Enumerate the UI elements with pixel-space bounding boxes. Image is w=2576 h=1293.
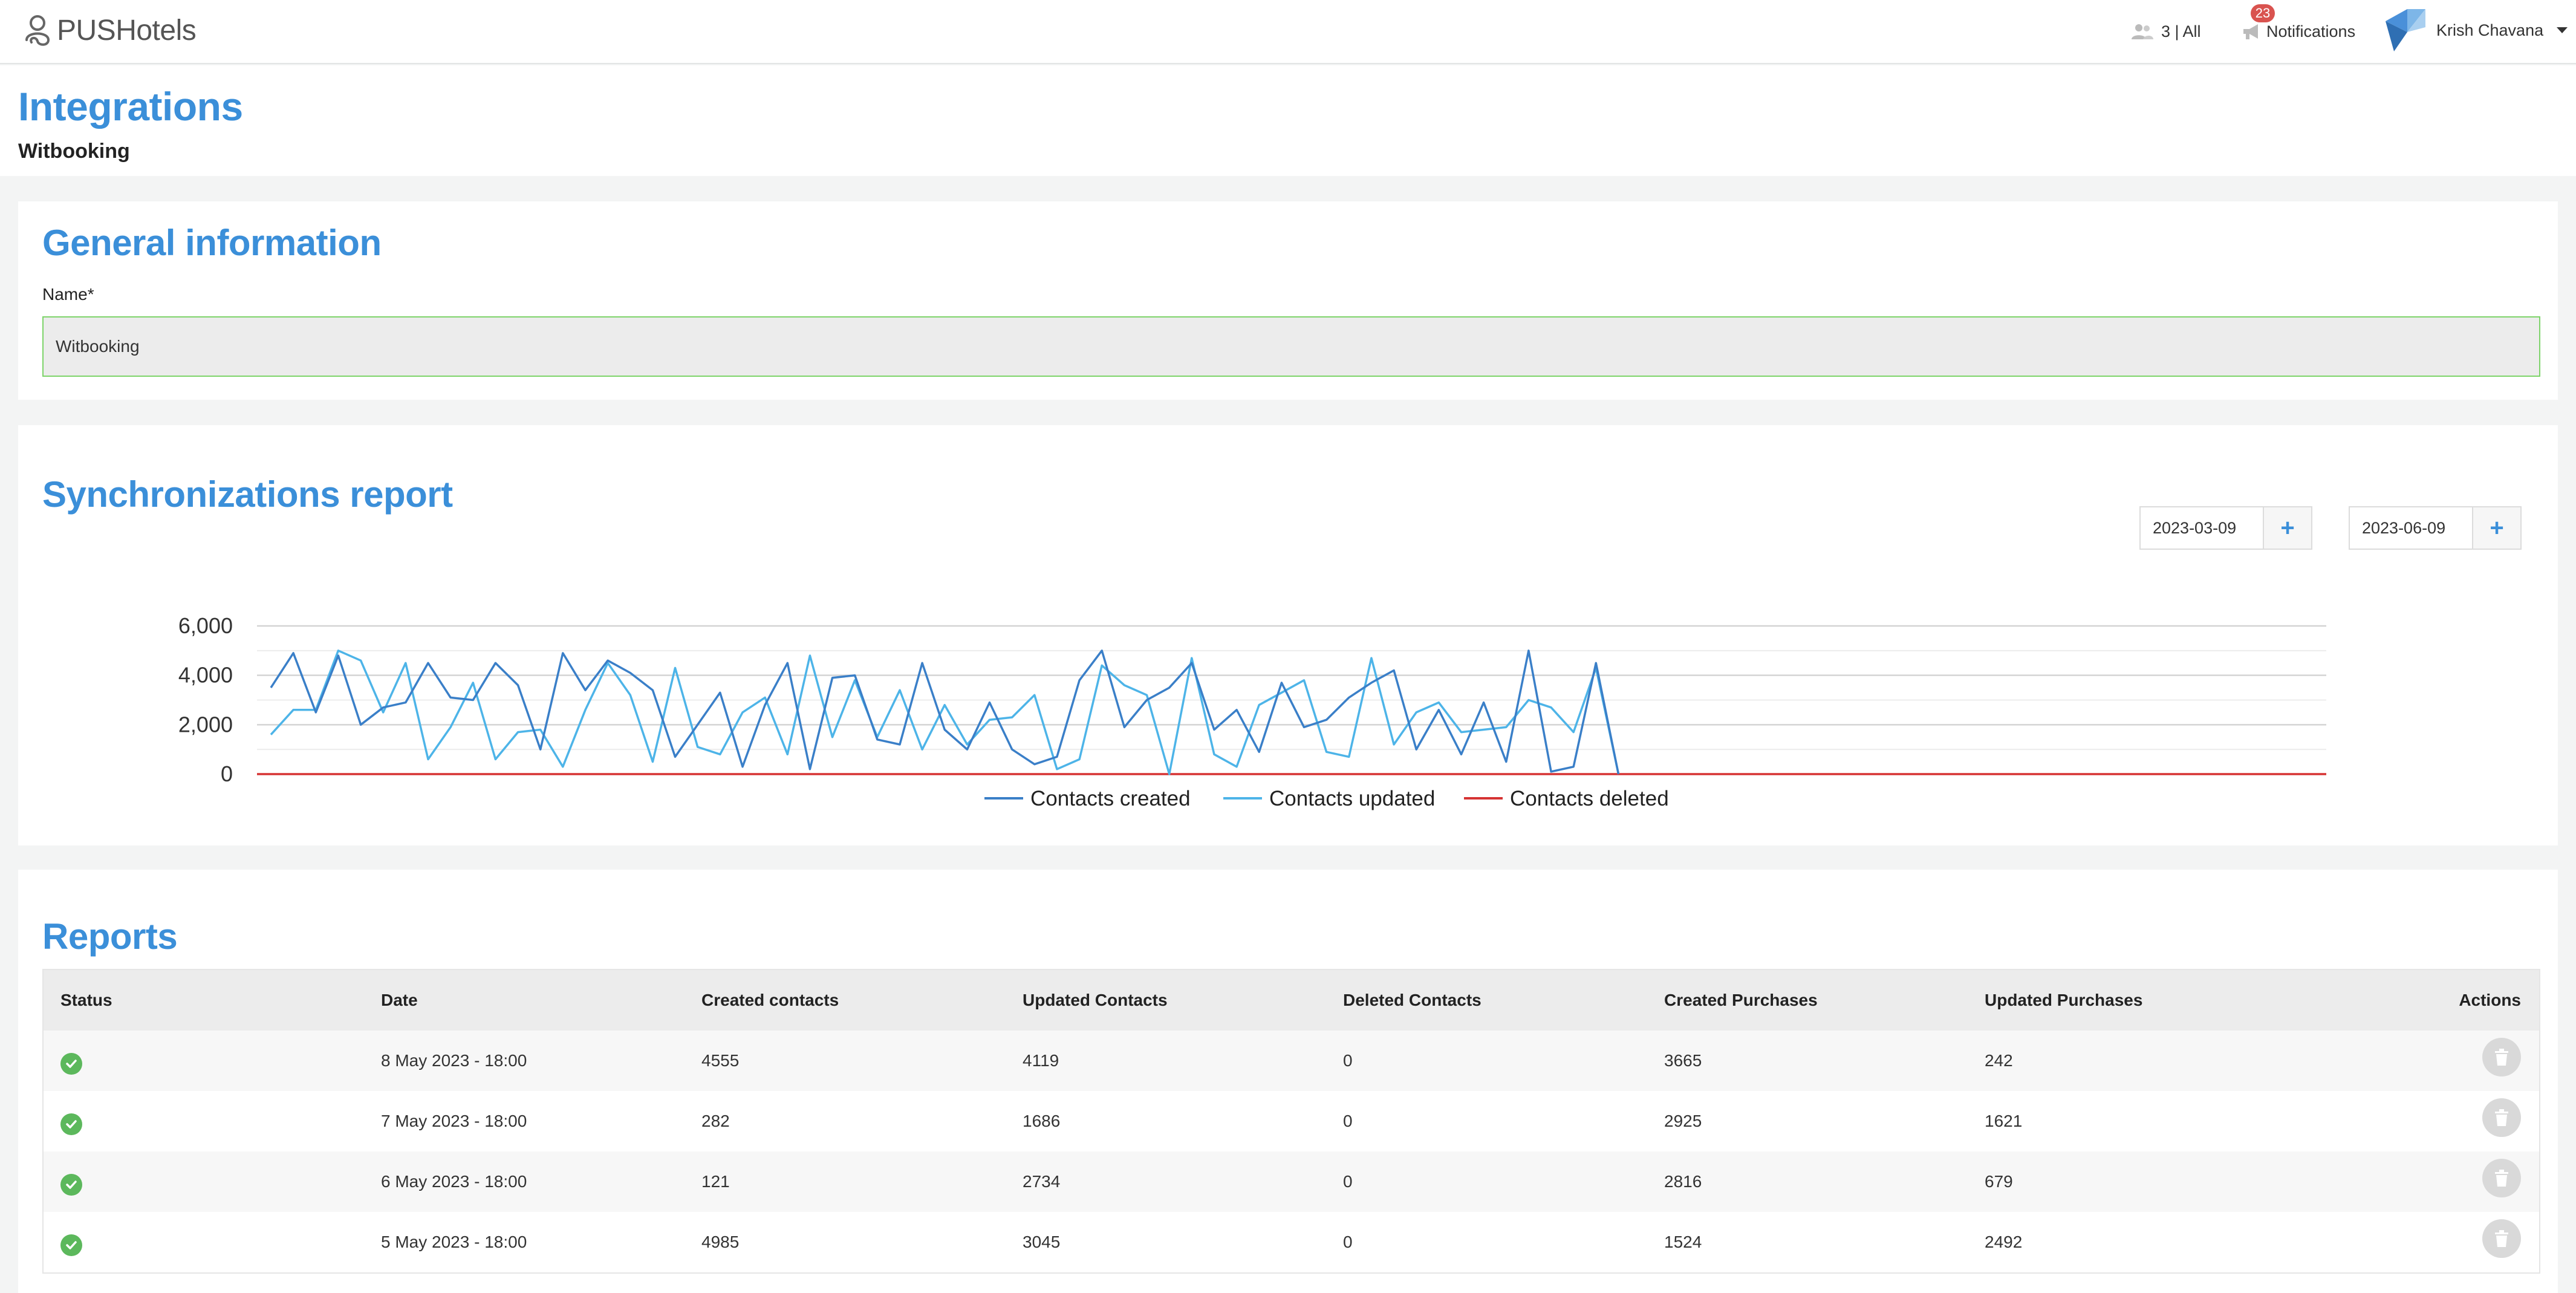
delete-button[interactable] (2482, 1159, 2521, 1197)
column-header-created-purchases: Created Purchases (1664, 991, 1818, 1009)
section-title: General information (42, 223, 382, 263)
column-header-date: Date (381, 991, 418, 1009)
trash-icon (2495, 1049, 2508, 1066)
cell-deleted-contacts: 0 (1343, 1051, 1353, 1070)
reports-panel: Reports Status Date Created contacts Upd… (18, 870, 2558, 1293)
cell-updated-purchases: 1621 (1985, 1112, 2023, 1130)
sync-line-chart: 0 2,000 4,000 6,000 Contacts created Contacts… (178, 613, 2326, 810)
y-tick-label: 6,000 (178, 613, 233, 638)
cell-updated-purchases: 2492 (1985, 1233, 2023, 1251)
trash-icon (2495, 1170, 2508, 1187)
cell-deleted-contacts: 0 (1343, 1112, 1353, 1130)
cell-created-contacts: 121 (701, 1172, 730, 1191)
cell-created-purchases: 3665 (1664, 1051, 1702, 1070)
cell-updated-purchases: 679 (1985, 1172, 2013, 1191)
check-circle-icon (60, 1053, 82, 1075)
logo-text: PUSHotels (57, 14, 197, 47)
notifications-button[interactable]: Notifications (2242, 18, 2355, 45)
table-header: Status Date Created contacts Updated Con… (44, 970, 2539, 1031)
cell-date: 6 May 2023 - 18:00 (381, 1172, 527, 1191)
section-title: Reports (42, 916, 178, 957)
user-menu[interactable]: Krish Chavana (2386, 8, 2568, 52)
cell-deleted-contacts: 0 (1343, 1233, 1353, 1251)
cell-updated-purchases: 242 (1985, 1051, 2013, 1070)
column-header-updated-contacts: Updated Contacts (1023, 991, 1168, 1009)
name-field[interactable] (42, 316, 2540, 377)
legend-label[interactable]: Contacts created (1030, 787, 1191, 810)
page-subtitle: Witbooking (18, 140, 130, 163)
chevron-down-icon (2557, 27, 2568, 33)
cell-date: 7 May 2023 - 18:00 (381, 1112, 527, 1130)
cell-deleted-contacts: 0 (1343, 1172, 1353, 1191)
cell-created-purchases: 2925 (1664, 1112, 1702, 1130)
top-bar: PUSHotels 3 | All 23 Notifications Krish… (0, 0, 2576, 64)
reports-table: Status Date Created contacts Updated Con… (42, 969, 2540, 1274)
cell-updated-contacts: 2734 (1023, 1172, 1061, 1191)
delete-button[interactable] (2482, 1098, 2521, 1137)
cell-updated-contacts: 1686 (1023, 1112, 1061, 1130)
page-header: Integrations Witbooking (0, 65, 2576, 176)
table-row: 5 May 2023 - 18:00 4985 3045 0 1524 2492 (44, 1212, 2539, 1272)
column-header-created-contacts: Created contacts (701, 991, 839, 1009)
check-circle-icon (60, 1234, 82, 1256)
legend-label[interactable]: Contacts updated (1269, 787, 1435, 810)
delete-button[interactable] (2482, 1038, 2521, 1076)
logo[interactable]: PUSHotels (23, 13, 197, 47)
table-row: 7 May 2023 - 18:00 282 1686 0 2925 1621 (44, 1091, 2539, 1151)
check-circle-icon (60, 1113, 82, 1135)
cell-created-contacts: 4985 (701, 1233, 740, 1251)
general-information-panel: General information Name* (18, 201, 2558, 400)
cell-updated-contacts: 3045 (1023, 1233, 1061, 1251)
notifications-label: Notifications (2266, 22, 2356, 41)
pushotels-logo-icon (25, 15, 50, 46)
y-tick-label: 4,000 (178, 663, 233, 688)
user-name: Krish Chavana (2436, 21, 2544, 39)
megaphone-icon (2243, 24, 2258, 39)
delete-button[interactable] (2482, 1219, 2521, 1258)
cell-updated-contacts: 4119 (1023, 1051, 1059, 1070)
column-header-status: Status (60, 991, 112, 1009)
avatar (2386, 9, 2425, 51)
trash-icon (2495, 1109, 2508, 1126)
users-icon (2132, 24, 2153, 39)
cell-created-contacts: 282 (701, 1112, 730, 1130)
name-label: Name* (42, 285, 94, 304)
legend-label[interactable]: Contacts deleted (1510, 787, 1669, 810)
page-title: Integrations (18, 84, 243, 129)
y-tick-label: 2,000 (178, 712, 233, 737)
cell-date: 5 May 2023 - 18:00 (381, 1233, 527, 1251)
cell-created-contacts: 4555 (701, 1051, 740, 1070)
check-circle-icon (60, 1174, 82, 1196)
column-header-updated-purchases: Updated Purchases (1985, 991, 2143, 1009)
table-row: 6 May 2023 - 18:00 121 2734 0 2816 679 (44, 1151, 2539, 1212)
users-selector[interactable]: 3 | All (2131, 18, 2201, 45)
column-header-actions: Actions (2459, 991, 2521, 1009)
table-row: 8 May 2023 - 18:00 4555 4119 0 3665 242 (44, 1031, 2539, 1091)
users-label: 3 | All (2161, 22, 2201, 41)
trash-icon (2495, 1230, 2508, 1247)
synchronizations-report-panel: Synchronizations report 2023-03-09 + 202… (18, 425, 2558, 845)
y-tick-label: 0 (221, 761, 233, 786)
cell-created-purchases: 2816 (1664, 1172, 1702, 1191)
cell-date: 8 May 2023 - 18:00 (381, 1051, 527, 1070)
series-line-contacts-updated (270, 650, 1620, 775)
column-header-deleted-contacts: Deleted Contacts (1343, 991, 1482, 1009)
cell-created-purchases: 1524 (1664, 1233, 1702, 1251)
